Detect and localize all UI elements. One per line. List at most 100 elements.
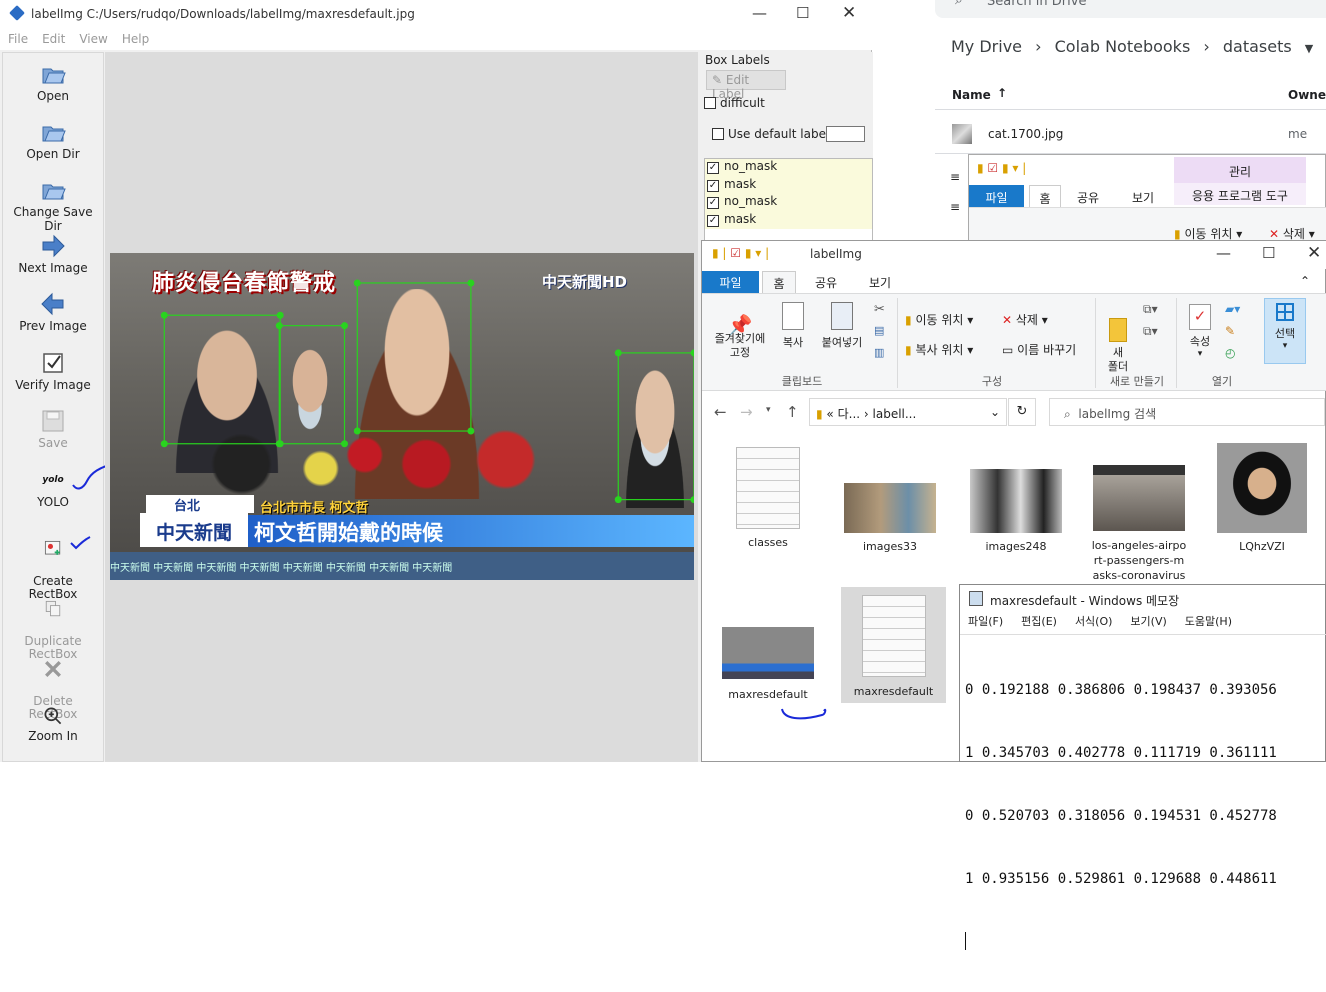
paste-shortcut-icon[interactable]: ▥	[874, 346, 884, 359]
refresh-button[interactable]: ↻	[1008, 398, 1036, 426]
file-item-classes[interactable]: classes	[728, 447, 808, 549]
forward-button[interactable]: →	[740, 403, 753, 421]
maximize-button[interactable]: ☐	[1262, 244, 1275, 262]
close-button[interactable]: ✕	[842, 3, 856, 23]
move-to-button[interactable]: ▮ 이동 위치 ▾	[905, 311, 973, 328]
open-button[interactable]: Open	[3, 61, 103, 103]
file-item-maxresdefault-txt[interactable]: maxresdefault	[841, 587, 946, 703]
notepad-text-area[interactable]: 0 0.192188 0.386806 0.198437 0.393056 1 …	[960, 634, 1326, 950]
back-button[interactable]: ←	[714, 403, 727, 421]
box-vertex-handle[interactable]	[160, 311, 168, 319]
history-icon[interactable]: ◴	[1225, 346, 1235, 360]
recent-dropdown[interactable]: ▾	[766, 405, 771, 415]
menu-help[interactable]: Help	[122, 32, 149, 46]
bounding-box[interactable]	[163, 314, 281, 445]
tab-share[interactable]: 공유	[810, 271, 842, 293]
difficult-checkbox[interactable]: difficult	[704, 96, 765, 110]
explorer-search-input[interactable]: ⌕ labelImg 검색	[1049, 398, 1325, 426]
menu-view[interactable]: View	[79, 32, 107, 46]
default-label-input[interactable]	[826, 126, 865, 142]
next-image-button[interactable]: Next Image	[3, 233, 103, 275]
tab-view[interactable]: 보기	[864, 271, 896, 293]
box-vertex-handle[interactable]	[690, 496, 695, 504]
tab-home[interactable]: 홈	[762, 271, 796, 293]
cut-icon[interactable]: ✂	[874, 302, 885, 317]
tab-file[interactable]: 파일	[702, 271, 759, 293]
paste-button[interactable]: 붙여넣기	[816, 302, 868, 350]
easy-access-icon[interactable]: ⧉▾	[1143, 324, 1158, 339]
label-list-item[interactable]: ✓ no_mask	[705, 194, 872, 212]
label-list[interactable]: ✓ no_mask ✓ mask ✓ no_mask ✓ mask	[704, 158, 873, 242]
copy-button[interactable]: 복사	[776, 302, 810, 350]
copy-path-icon[interactable]: ▤	[874, 324, 884, 337]
bounding-box[interactable]	[356, 282, 472, 432]
address-bar[interactable]: ▮ « 다... › labell... ⌄	[809, 398, 1007, 426]
menu-view[interactable]: 보기(V)	[1130, 615, 1166, 628]
save-button[interactable]: Save	[3, 408, 103, 450]
drive-search-input[interactable]: ⌕ Search in Drive	[935, 0, 1326, 18]
manage-tab[interactable]: 관리	[1174, 157, 1306, 183]
box-vertex-handle[interactable]	[690, 349, 695, 357]
news-photo[interactable]: 肺炎侵台春節警戒 中天新聞HD 台北 台北市市長 柯文哲 中天新聞 柯文哲開始戴…	[110, 253, 694, 580]
delete-button[interactable]: ✕ 삭제 ▾	[1002, 311, 1048, 328]
tab-app-tools[interactable]: 응용 프로그램 도구	[1174, 183, 1306, 205]
file-item-images248[interactable]: images248	[966, 447, 1066, 553]
breadcrumb-colab[interactable]: Colab Notebooks	[1055, 37, 1191, 56]
sort-up-icon[interactable]: ↑	[997, 86, 1007, 100]
menu-edit[interactable]: 편집(E)	[1021, 615, 1057, 628]
box-vertex-handle[interactable]	[276, 311, 284, 319]
up-button[interactable]: ↑	[786, 403, 799, 421]
change-save-dir-button[interactable]: Change Save Dir	[3, 177, 103, 233]
chevron-down-icon[interactable]: ⌄	[990, 405, 1000, 419]
box-vertex-handle[interactable]	[614, 349, 622, 357]
menu-edit[interactable]: Edit	[42, 32, 65, 46]
box-vertex-handle[interactable]	[353, 427, 361, 435]
menu-format[interactable]: 서식(O)	[1075, 615, 1112, 628]
box-vertex-handle[interactable]	[467, 279, 475, 287]
menu-help[interactable]: 도움말(H)	[1185, 615, 1232, 628]
label-list-item[interactable]: ✓ mask	[705, 211, 872, 229]
menu-file[interactable]: 파일(F)	[968, 615, 1003, 628]
open-icon[interactable]: ▰▾	[1225, 302, 1240, 316]
minimize-button[interactable]: —	[752, 4, 767, 22]
zoom-in-button[interactable]: Zoom In	[3, 705, 103, 743]
box-vertex-handle[interactable]	[160, 440, 168, 448]
tab-file[interactable]: 파일	[969, 185, 1024, 207]
column-owner[interactable]: Owner	[1288, 88, 1326, 102]
file-item-los-angeles[interactable]: los-angeles-airport-passengers-masks-cor…	[1091, 447, 1187, 583]
box-vertex-handle[interactable]	[341, 322, 349, 330]
breadcrumb-datasets[interactable]: datasets	[1223, 37, 1292, 56]
tab-view[interactable]: 보기	[1132, 189, 1154, 206]
edit-label-button[interactable]: ✎ Edit Label	[706, 70, 786, 101]
close-button[interactable]: ✕	[1307, 243, 1321, 263]
box-vertex-handle[interactable]	[275, 440, 283, 448]
label-list-item[interactable]: ✓ no_mask	[705, 159, 872, 177]
menu-file[interactable]: File	[8, 32, 28, 46]
verify-image-button[interactable]: Verify Image	[3, 350, 103, 392]
box-vertex-handle[interactable]	[353, 279, 361, 287]
box-vertex-handle[interactable]	[341, 440, 349, 448]
open-dir-button[interactable]: Open Dir	[3, 119, 103, 161]
file-item-lqhzvzi[interactable]: LQhzVZI	[1212, 443, 1312, 553]
new-item-icon[interactable]: ⧉▾	[1143, 302, 1158, 317]
minimize-button[interactable]: —	[1216, 244, 1231, 262]
box-vertex-handle[interactable]	[614, 496, 622, 504]
pin-quick-access-button[interactable]: 📌 즐겨찾기에 고정	[708, 304, 772, 360]
rename-button[interactable]: ▭ 이름 바꾸기	[1002, 341, 1076, 358]
collapse-ribbon-icon[interactable]: ⌃	[1300, 274, 1310, 288]
properties-button[interactable]: ✓ 속성 ▾	[1184, 304, 1216, 359]
use-default-label-checkbox[interactable]: Use default label	[712, 127, 829, 141]
select-button[interactable]: 선택 ▾	[1264, 298, 1306, 364]
label-list-item[interactable]: ✓ mask	[705, 176, 872, 194]
breadcrumb-my-drive[interactable]: My Drive	[951, 37, 1022, 56]
box-vertex-handle[interactable]	[467, 427, 475, 435]
edit-icon[interactable]: ✎	[1225, 324, 1235, 338]
tab-share[interactable]: 공유	[1077, 189, 1099, 206]
caret-down-icon[interactable]: ▼	[1305, 42, 1313, 55]
copy-to-button[interactable]: ▮ 복사 위치 ▾	[905, 341, 973, 358]
new-folder-button[interactable]: 새 폴더	[1102, 304, 1134, 374]
box-vertex-handle[interactable]	[275, 322, 283, 330]
column-name[interactable]: Name	[952, 88, 991, 102]
file-item-maxresdefault-jpg[interactable]: maxresdefault	[718, 627, 818, 701]
file-item-images33[interactable]: images33	[840, 447, 940, 553]
